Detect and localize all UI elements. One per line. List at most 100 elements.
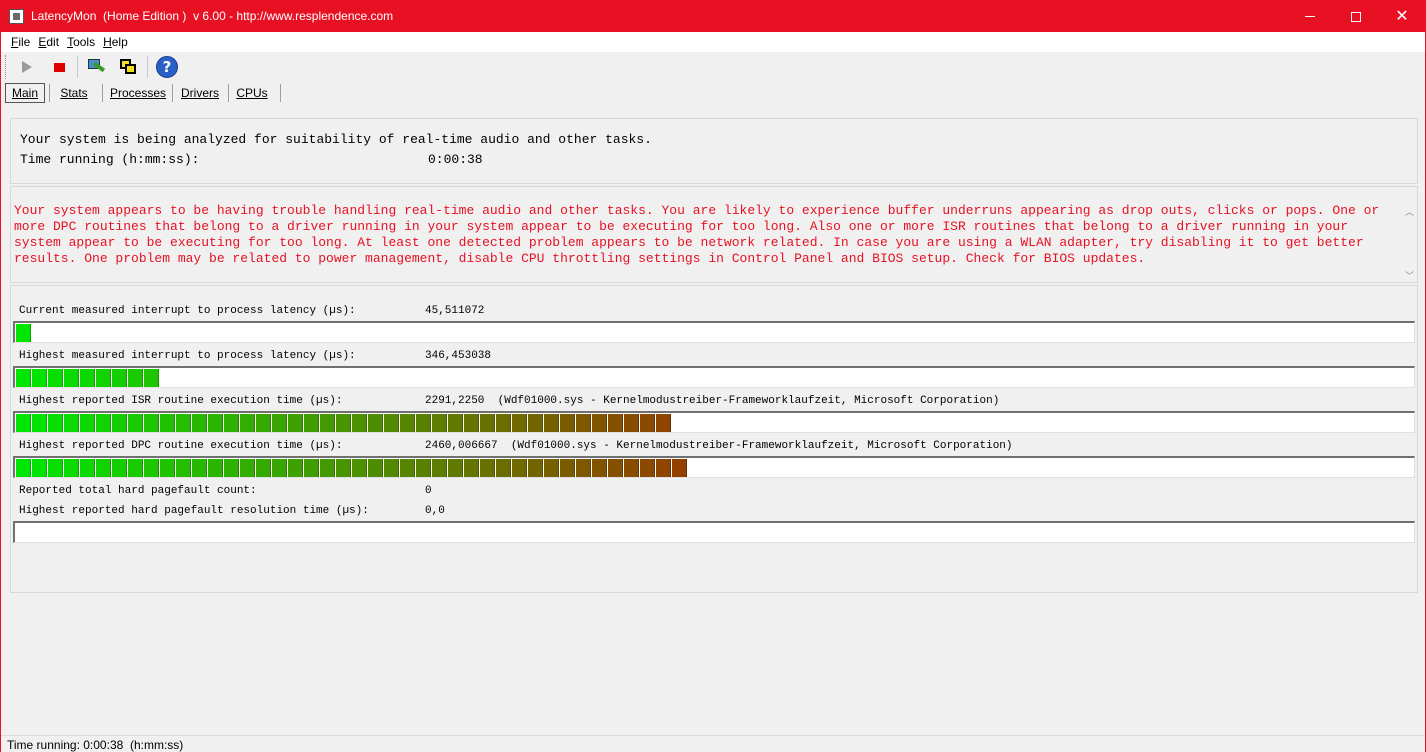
tab-main-label: Main [11, 86, 38, 100]
meter-segment [656, 414, 671, 432]
meter-segment [128, 414, 143, 432]
meter-segment [176, 459, 191, 477]
windows-icon [118, 57, 138, 77]
tools-button[interactable] [84, 55, 108, 79]
meter-segment [128, 459, 143, 477]
isr-time-label: Highest reported ISR routine execution t… [19, 395, 343, 407]
tab-stats[interactable]: Stats [51, 83, 97, 103]
meter-segment [400, 459, 415, 477]
close-icon: ✕ [1395, 7, 1409, 25]
meter-segment [112, 459, 127, 477]
meter-segment [352, 414, 367, 432]
menu-tools-label: ools [73, 35, 96, 49]
meter-segment [304, 414, 319, 432]
meter-segment [32, 459, 47, 477]
tab-drivers[interactable]: Drivers [174, 83, 226, 103]
tab-separator [172, 84, 173, 102]
tools-icon [86, 57, 106, 77]
meter-segment [288, 414, 303, 432]
meter-segment [448, 459, 463, 477]
latencymon-window: LatencyMon (Home Edition ) v 6.00 - http… [0, 0, 1426, 752]
meter-segment [192, 414, 207, 432]
meter-segment [64, 369, 79, 387]
stop-monitor-button[interactable] [47, 55, 71, 79]
meter-segment [464, 459, 479, 477]
meter-segment [96, 459, 111, 477]
meter-segment [48, 369, 63, 387]
meter-segment [112, 369, 127, 387]
summary-text: Your system is being analyzed for suitab… [20, 132, 652, 147]
meter-segment [16, 459, 31, 477]
meter-segment [192, 459, 207, 477]
tab-cpus-label: CPUs [236, 86, 268, 100]
toolbar-grip[interactable] [5, 55, 8, 79]
meter-segment [416, 459, 431, 477]
pagefault-time-label: Highest reported hard pagefault resoluti… [19, 505, 369, 517]
summary-panel: Your system is being analyzed for suitab… [10, 118, 1418, 184]
menu-file-label: ile [18, 35, 31, 49]
meter-segment [16, 369, 31, 387]
meter-segment [112, 414, 127, 432]
meter-segment [320, 414, 335, 432]
meter-segment [608, 414, 623, 432]
meter-segment [496, 459, 511, 477]
meter-segment [32, 369, 47, 387]
stats-panel: Current measured interrupt to process la… [10, 285, 1418, 593]
meter-segment [208, 459, 223, 477]
dpc-time-value: 2460,006667 (Wdf01000.sys - Kernelmodust… [425, 440, 1013, 452]
meter-segment [224, 414, 239, 432]
meter-segment [320, 459, 335, 477]
toolbar-separator [147, 56, 148, 78]
help-button[interactable]: ? [155, 55, 179, 79]
toolbar-separator [77, 56, 78, 78]
highest-latency-meter [13, 366, 1415, 388]
tab-main[interactable]: Main [5, 83, 45, 103]
meter-segment [272, 414, 287, 432]
scroll-up-icon[interactable]: ︿ [1405, 205, 1414, 218]
minimize-button[interactable] [1287, 1, 1333, 32]
pagefault-count-value: 0 [425, 485, 432, 497]
close-button[interactable]: ✕ [1379, 1, 1425, 32]
meter-segment [416, 414, 431, 432]
tab-separator [49, 84, 50, 102]
play-icon [22, 61, 32, 73]
meter-segment [544, 459, 559, 477]
start-monitor-button[interactable] [15, 55, 39, 79]
meter-segment [208, 414, 223, 432]
meter-segment [144, 414, 159, 432]
meter-segment [592, 414, 607, 432]
meter-segment [304, 459, 319, 477]
title-bar[interactable]: LatencyMon (Home Edition ) v 6.00 - http… [1, 1, 1425, 32]
meter-segment [64, 459, 79, 477]
menu-file[interactable]: File [7, 35, 34, 49]
menu-edit[interactable]: Edit [34, 35, 63, 49]
meter-segment [528, 414, 543, 432]
window-title: LatencyMon (Home Edition ) v 6.00 - http… [31, 9, 394, 23]
help-icon: ? [156, 56, 178, 78]
tab-cpus[interactable]: CPUs [230, 83, 274, 103]
meter-segment [400, 414, 415, 432]
menu-edit-label: dit [46, 35, 60, 49]
conclusion-panel[interactable]: Your system appears to be having trouble… [10, 186, 1418, 283]
meter-segment [368, 459, 383, 477]
menu-help[interactable]: Help [99, 35, 132, 49]
meter-segment [96, 369, 111, 387]
toolbar: ? [1, 52, 1425, 82]
meter-segment [512, 459, 527, 477]
app-icon[interactable] [9, 9, 24, 24]
meter-segment [256, 459, 271, 477]
time-running-label: Time running (h:mm:ss): [20, 152, 200, 167]
meter-segment [240, 414, 255, 432]
scroll-down-icon[interactable]: ﹀ [1405, 269, 1414, 282]
meter-segment [336, 414, 351, 432]
isr-time-meter [13, 411, 1415, 433]
meter-segment [64, 414, 79, 432]
meter-segment [240, 459, 255, 477]
meter-segment [560, 414, 575, 432]
meter-segment [368, 414, 383, 432]
windows-button[interactable] [116, 55, 140, 79]
time-running-value: 0:00:38 [428, 152, 483, 167]
menu-tools[interactable]: Tools [63, 35, 99, 49]
tab-processes[interactable]: Processes [105, 83, 171, 103]
maximize-button[interactable] [1333, 1, 1379, 32]
